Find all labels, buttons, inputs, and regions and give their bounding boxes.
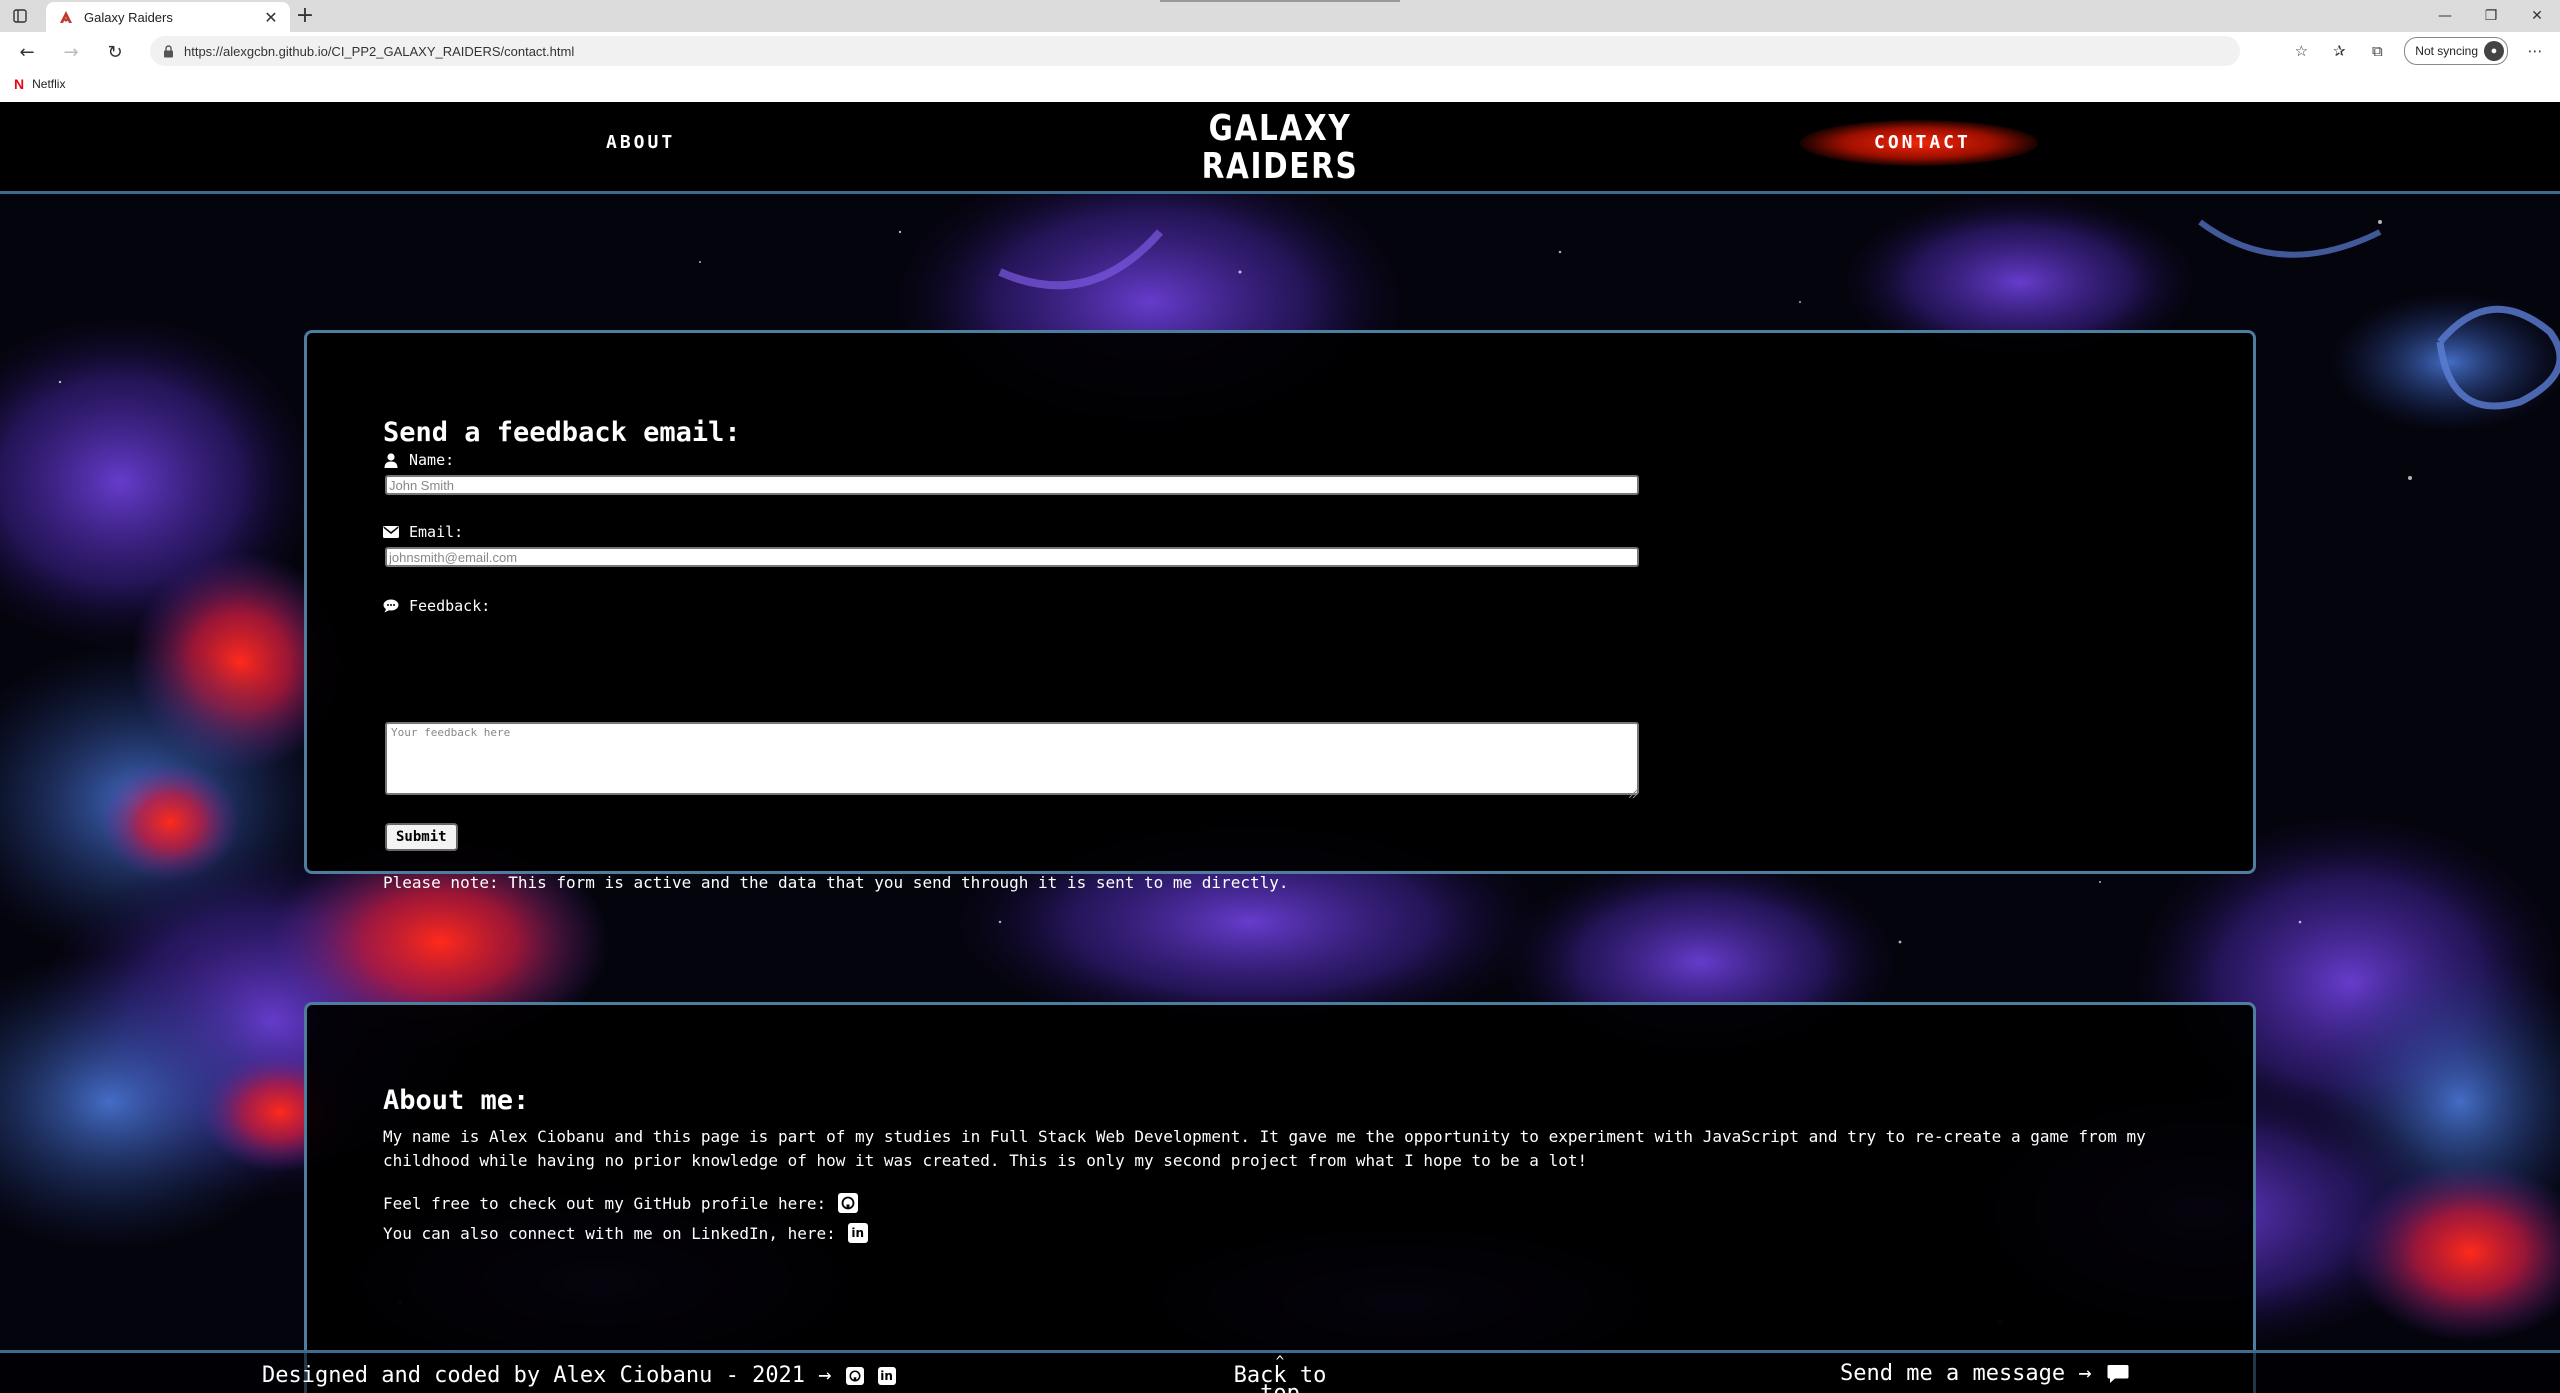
browser-chrome: Galaxy Raiders ✕ + — ❐ ✕ ← → ↻ https://a… bbox=[0, 0, 2560, 103]
tab-galaxy-raiders[interactable]: Galaxy Raiders ✕ bbox=[46, 2, 290, 32]
github-line: Feel free to check out my GitHub profile… bbox=[383, 1193, 859, 1213]
forward-arrow-icon[interactable]: → bbox=[58, 39, 84, 65]
bookmarks-bar: N Netflix bbox=[0, 70, 2560, 103]
name-label: Name: bbox=[409, 451, 455, 469]
about-panel: About me: My name is Alex Ciobanu and th… bbox=[304, 1002, 2256, 1393]
logo-line-2: RAIDERS bbox=[1201, 146, 1359, 187]
nav-contact-link[interactable]: CONTACT bbox=[1874, 132, 1971, 153]
textarea-resize-handle[interactable] bbox=[1629, 790, 1637, 798]
nav-about-link[interactable]: ABOUT bbox=[606, 132, 675, 153]
site-navbar: ABOUT GALAXY RAIDERS CONTACT bbox=[0, 102, 2560, 194]
linkedin-line: You can also connect with me on LinkedIn… bbox=[383, 1223, 868, 1243]
close-tab-icon[interactable]: ✕ bbox=[262, 8, 280, 27]
url-field[interactable]: https://alexgcbn.github.io/CI_PP2_GALAXY… bbox=[150, 36, 2240, 66]
favorites-icon[interactable]: ✰ bbox=[2328, 40, 2350, 62]
profile-sync-button[interactable]: Not syncing ● bbox=[2404, 37, 2508, 65]
about-heading: About me: bbox=[383, 1085, 530, 1116]
form-heading: Send a feedback email: bbox=[383, 417, 741, 448]
galaxy-raiders-favicon bbox=[58, 9, 74, 25]
url-text: https://alexgcbn.github.io/CI_PP2_GALAXY… bbox=[184, 43, 575, 59]
bookmark-netflix[interactable]: N Netflix bbox=[14, 76, 65, 92]
refresh-icon[interactable]: ↻ bbox=[102, 39, 128, 65]
feedback-form-panel: Send a feedback email: Name: Email: Feed… bbox=[304, 330, 2256, 892]
netflix-icon: N bbox=[14, 76, 25, 92]
tab-title: Galaxy Raiders bbox=[84, 9, 173, 25]
add-favorite-icon[interactable]: ☆ bbox=[2290, 40, 2312, 62]
send-message-text: Send me a message → bbox=[1840, 1361, 2092, 1386]
page-viewport: ABOUT GALAXY RAIDERS CONTACT Send a feed… bbox=[0, 102, 2560, 1393]
footer-credit-text: Designed and coded by Alex Ciobanu - 202… bbox=[262, 1363, 832, 1388]
address-bar: ← → ↻ https://alexgcbn.github.io/CI_PP2_… bbox=[0, 32, 2560, 70]
linkedin-line-text: You can also connect with me on LinkedIn… bbox=[383, 1223, 836, 1243]
email-label-row: Email: bbox=[383, 523, 463, 541]
linkedin-icon[interactable]: in bbox=[847, 1223, 868, 1243]
email-input[interactable] bbox=[385, 547, 1639, 567]
chat-bubble-icon bbox=[2106, 1363, 2130, 1385]
user-icon bbox=[383, 452, 399, 468]
close-window-icon[interactable]: ✕ bbox=[2514, 0, 2560, 32]
back-to-top-text: Back to top bbox=[1233, 1363, 1327, 1393]
envelope-icon bbox=[383, 524, 399, 540]
footer-github-icon[interactable] bbox=[845, 1366, 864, 1385]
site-logo[interactable]: GALAXY RAIDERS bbox=[1198, 110, 1362, 186]
minimize-icon[interactable]: — bbox=[2422, 0, 2468, 32]
sync-label: Not syncing bbox=[2415, 44, 2478, 58]
tab-actions-icon[interactable] bbox=[10, 6, 30, 26]
comment-icon bbox=[383, 598, 399, 614]
logo-line-1: GALAXY bbox=[1208, 108, 1352, 149]
feedback-textarea[interactable] bbox=[385, 722, 1639, 795]
site-footer: Designed and coded by Alex Ciobanu - 202… bbox=[0, 1350, 2560, 1393]
feedback-label: Feedback: bbox=[409, 597, 491, 615]
back-to-top-link[interactable]: ^ Back to top bbox=[1210, 1355, 1350, 1393]
email-label: Email: bbox=[409, 523, 464, 541]
collections-icon[interactable]: ⧉ bbox=[2366, 40, 2388, 62]
send-message-link[interactable]: Send me a message → bbox=[1840, 1361, 2130, 1386]
feedback-label-row: Feedback: bbox=[383, 597, 490, 615]
lock-icon bbox=[160, 43, 176, 59]
browser-toolbar: ☆ ✰ ⧉ Not syncing ● ⋯ bbox=[2290, 37, 2546, 65]
bookmark-label: Netflix bbox=[32, 77, 66, 91]
new-tab-icon[interactable]: + bbox=[294, 5, 316, 27]
footer-credit: Designed and coded by Alex Ciobanu - 202… bbox=[262, 1363, 896, 1388]
window-controls: — ❐ ✕ bbox=[2422, 0, 2560, 32]
name-input[interactable] bbox=[385, 475, 1639, 495]
github-line-text: Feel free to check out my GitHub profile… bbox=[383, 1193, 827, 1213]
name-label-row: Name: bbox=[383, 451, 454, 469]
footer-linkedin-icon[interactable]: in bbox=[877, 1366, 896, 1385]
back-arrow-icon[interactable]: ← bbox=[14, 39, 40, 65]
more-options-icon[interactable]: ⋯ bbox=[2524, 40, 2546, 62]
submit-button[interactable]: Submit bbox=[385, 823, 458, 851]
window-drag-handle bbox=[1160, 0, 1400, 2]
tab-strip: Galaxy Raiders ✕ + — ❐ ✕ bbox=[0, 0, 2560, 32]
avatar: ● bbox=[2484, 41, 2504, 61]
about-text: My name is Alex Ciobanu and this page is… bbox=[383, 1127, 2146, 1170]
form-note: Please note: This form is active and the… bbox=[383, 873, 1289, 892]
github-icon[interactable] bbox=[838, 1193, 859, 1213]
restore-icon[interactable]: ❐ bbox=[2468, 0, 2514, 32]
